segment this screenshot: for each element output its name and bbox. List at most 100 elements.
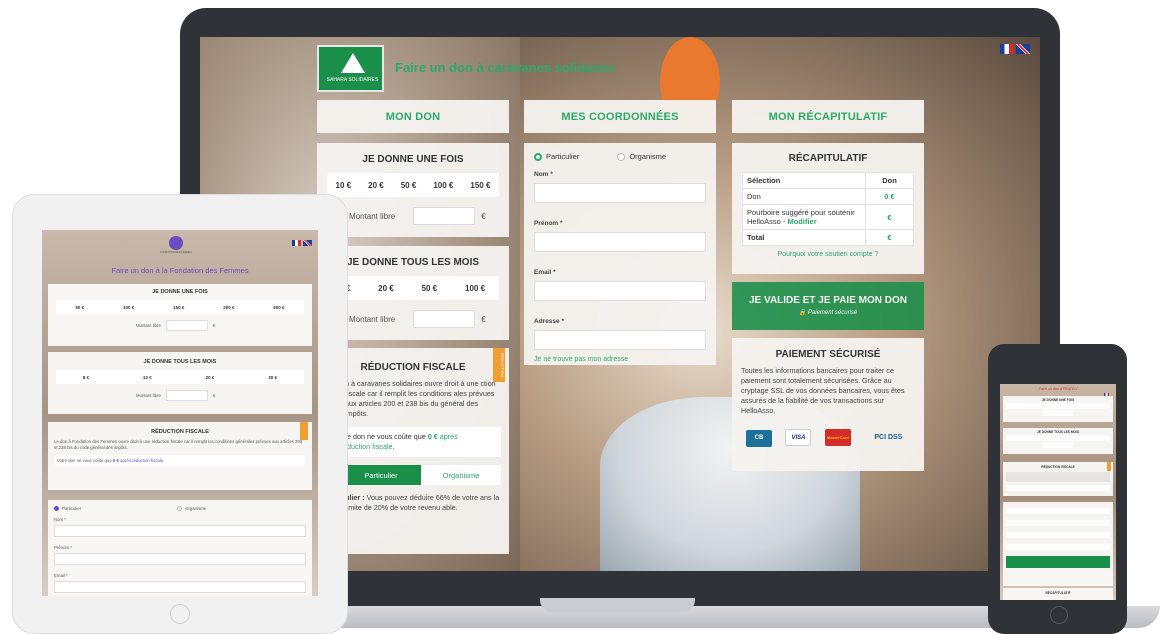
validate-pay-button[interactable]: JE VALIDE ET JE PAIE MON DON 🔒 Paiement … — [732, 282, 924, 330]
radio-particulier-icon[interactable] — [534, 152, 542, 161]
tablet-home-button[interactable] — [170, 604, 190, 624]
radio-particulier-label[interactable]: Particulier — [62, 506, 81, 511]
radio-particulier-icon[interactable] — [54, 506, 59, 511]
amount-option[interactable]: 30 € — [268, 375, 277, 380]
cb-card-icon: CB — [746, 430, 772, 447]
phone-field[interactable] — [1006, 520, 1110, 526]
email-input[interactable] — [54, 581, 306, 593]
adresse-label: Adresse * — [534, 318, 564, 325]
amount-option[interactable]: 200 € — [223, 305, 234, 310]
amount-option[interactable]: 50 € — [75, 305, 84, 310]
table-cell: € — [865, 204, 914, 230]
page-title: Faire un don à caravanes solidaires — [395, 60, 616, 75]
flag-fr-icon[interactable] — [1000, 44, 1014, 55]
secure-payment-box: PAIEMENT SÉCURISÉ Toutes les information… — [732, 338, 924, 471]
flag-fr-icon[interactable] — [292, 239, 301, 246]
amount-option[interactable]: 50 € — [422, 284, 438, 293]
amount-option[interactable]: 150 € — [470, 181, 490, 190]
radio-organisme-icon[interactable] — [617, 152, 626, 161]
amount-option[interactable]: 150 € — [173, 305, 184, 310]
free-amount-input[interactable] — [413, 207, 476, 225]
radio-organisme-label[interactable]: Organisme — [629, 152, 666, 161]
free-amount-input[interactable] — [413, 310, 476, 328]
nom-input[interactable] — [54, 525, 306, 537]
tablet-language-switcher[interactable] — [290, 234, 312, 252]
phone-field[interactable] — [1006, 544, 1110, 550]
mastercard-icon: MasterCard — [824, 429, 851, 446]
phone-page-title: Faire un don à FRATELI — [1038, 387, 1078, 391]
visa-card-icon: VISA — [785, 429, 812, 446]
tab-particulier[interactable]: Particulier — [341, 465, 421, 485]
phone-home-button[interactable] — [1050, 606, 1068, 624]
table-row: Sélection Don — [742, 172, 914, 189]
recap-box: RÉCAPITULATIF Sélection Don Don 0 € Pour… — [732, 143, 924, 274]
radio-particulier-label[interactable]: Particulier — [546, 152, 579, 161]
amount-option[interactable]: 20 € — [206, 375, 215, 380]
adresse-input[interactable] — [534, 330, 706, 350]
phone-free-input[interactable] — [1043, 442, 1073, 448]
logo-text: SAHARA SOLIDAIRES — [326, 77, 379, 83]
amount-option[interactable]: 20 € — [368, 181, 384, 190]
phone-free-input[interactable] — [1043, 410, 1073, 416]
language-switcher[interactable] — [998, 44, 1030, 55]
tablet-monthly-box: JE DONNE TOUS LES MOIS 8 € 12 € 20 € 30 … — [48, 352, 312, 414]
phone-field[interactable] — [1006, 508, 1110, 514]
amount-option[interactable]: 12 € — [143, 375, 152, 380]
phone-screen: Faire un don à FRATELI JE DONNE UNE FOIS… — [1000, 384, 1116, 600]
prenom-input[interactable] — [534, 232, 706, 252]
tablet-monthly-title: JE DONNE TOUS LES MOIS — [143, 359, 217, 365]
tab-organisme[interactable]: Organisme — [421, 465, 501, 485]
phone-field[interactable] — [1006, 532, 1110, 538]
cost-suffix: après réduction fiscale. — [120, 458, 165, 463]
currency-label: € — [481, 314, 486, 324]
amount-option[interactable]: 100 € — [433, 181, 453, 190]
tablet-cost-box: Votre don ne vous coûte que 0 € après ré… — [54, 455, 306, 466]
tablet-fields: Nom * Prénom * Email * — [54, 517, 306, 593]
phone-amounts[interactable] — [1006, 435, 1110, 441]
radio-organisme-label[interactable]: Organisme — [185, 506, 206, 511]
modify-tip-link[interactable]: Modifier — [787, 217, 816, 226]
amount-option[interactable]: 8 € — [83, 375, 89, 380]
free-amount-input[interactable] — [165, 320, 208, 331]
table-cell: 0 € — [865, 188, 914, 205]
donate-once-amounts: 10 € 20 € 50 € 100 € 150 € — [327, 173, 499, 197]
prenom-input[interactable] — [54, 553, 306, 565]
amount-option[interactable]: 20 € — [378, 284, 394, 293]
table-cell: Total — [742, 229, 866, 246]
tablet-free-row: Montant libre € — [136, 320, 312, 331]
free-amount-label: Montant libre — [136, 323, 161, 328]
laptop-notch — [540, 598, 695, 612]
tablet-once-title: JE DONNE UNE FOIS — [152, 289, 208, 295]
secure-sub-label: Paiement sécurisé — [807, 310, 858, 316]
phone-monthly-box: JE DONNE TOUS LES MOIS — [1003, 428, 1113, 454]
donate-once-title: JE DONNE UNE FOIS — [362, 154, 464, 165]
flag-uk-icon[interactable] — [303, 239, 312, 246]
amount-option[interactable]: 10 € — [336, 181, 352, 190]
phone-validate-button[interactable] — [1006, 556, 1110, 568]
brand-logo[interactable]: SAHARA SOLIDAIRES — [317, 45, 384, 92]
amount-option[interactable]: 100 € — [465, 284, 485, 293]
why-support-link[interactable]: Pourquoi votre soutien compte ? — [732, 251, 924, 258]
free-amount-row: Montant libre € — [349, 310, 509, 328]
nom-input[interactable] — [534, 183, 706, 203]
camel-logo-icon — [341, 53, 365, 73]
radio-organisme-icon[interactable] — [177, 506, 183, 511]
address-not-found-link[interactable]: Je ne trouve pas mon adresse — [534, 356, 706, 363]
amount-option[interactable]: 50 € — [401, 181, 417, 190]
tablet-radios: Particulier Organisme — [54, 506, 312, 511]
amount-option[interactable]: 500 € — [273, 305, 284, 310]
tablet-once-amounts: 50 € 100 € 150 € 200 € 500 € — [56, 300, 304, 314]
email-input[interactable] — [534, 281, 706, 301]
phone-tax-text — [1006, 472, 1110, 482]
foundation-logo-text: FONDATION DES FEMMES — [160, 251, 192, 254]
recap-table: Sélection Don Don 0 € Pourboire suggéré … — [742, 172, 914, 246]
amount-option[interactable]: 100 € — [123, 305, 134, 310]
contact-form: Particulier Organisme Nom * Prénom * Ema… — [524, 143, 716, 365]
payment-cards: CB VISA MasterCard PCI DSS — [746, 426, 924, 447]
phone-amounts[interactable] — [1006, 403, 1110, 409]
free-amount-input[interactable] — [165, 390, 208, 401]
cost-suffix-2: duction fiscale. — [347, 442, 395, 451]
flag-uk-icon[interactable] — [1016, 44, 1030, 55]
tax-ribbon: REDUCTION — [493, 348, 505, 382]
table-cell: € — [865, 229, 914, 246]
